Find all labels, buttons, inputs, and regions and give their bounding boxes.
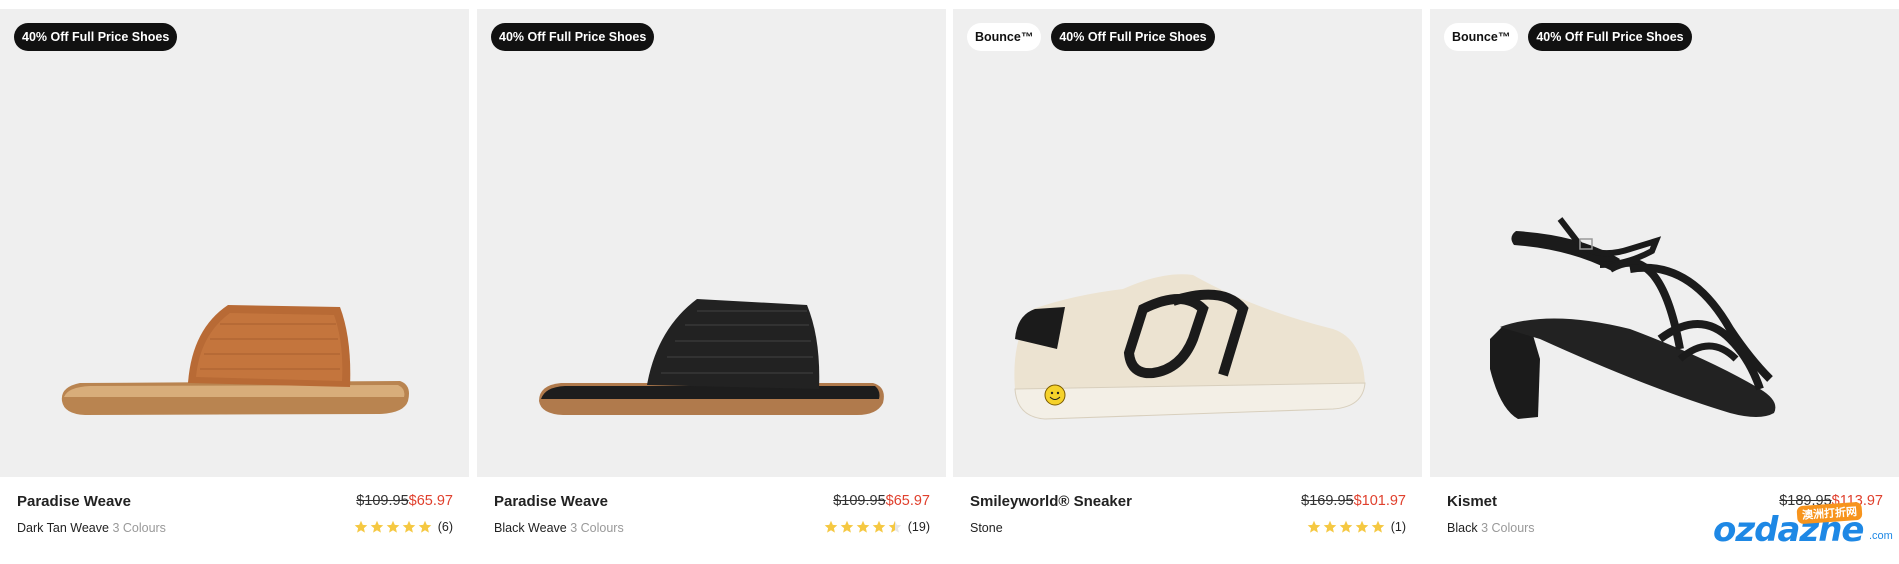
black-slide-sandal-image [539, 299, 884, 415]
tan-slide-sandal-image [61, 305, 410, 415]
watermark-logo: ozdazhe .com 澳洲打折网 [1713, 501, 1893, 558]
product-name[interactable]: Kismet [1447, 493, 1497, 510]
star-icon [386, 520, 400, 533]
product-info: Paradise Weave $109.95$65.97 Black Weave… [494, 493, 930, 553]
product-info: Paradise Weave $109.95$65.97 Dark Tan We… [17, 493, 453, 553]
star-icon [1323, 520, 1337, 533]
star-icon [1355, 520, 1369, 533]
product-image[interactable]: Bounce™ 40% Off Full Price Shoes [1430, 9, 1899, 477]
product-image[interactable]: 40% Off Full Price Shoes [0, 9, 469, 477]
product-name[interactable]: Paradise Weave [494, 493, 608, 510]
product-card[interactable]: 40% Off Full Price Shoes Paradise Weave … [477, 9, 946, 559]
star-rating: (19) [824, 520, 930, 534]
stone-sneaker-image [1014, 274, 1366, 420]
product-name[interactable]: Smileyworld® Sneaker [970, 493, 1132, 510]
star-icon [354, 520, 368, 533]
colour-name: Stone [970, 521, 1003, 535]
product-image[interactable]: Bounce™ 40% Off Full Price Shoes [953, 9, 1422, 477]
star-icon [402, 520, 416, 533]
product-card[interactable]: Bounce™ 40% Off Full Price Shoes Kismet … [1430, 9, 1899, 559]
colour-name: Black Weave [494, 521, 567, 535]
star-icon [856, 520, 870, 533]
product-price: $109.95$65.97 [356, 493, 453, 509]
star-icon [872, 520, 886, 533]
product-price: $169.95$101.97 [1301, 493, 1406, 509]
watermark-suffix: .com [1869, 530, 1893, 542]
star-icon [888, 520, 902, 533]
star-icon [1371, 520, 1385, 533]
star-icon [418, 520, 432, 533]
colour-name: Black [1447, 521, 1478, 535]
colour-label: Black Weave 3 Colours [494, 521, 624, 535]
rating-count: (19) [907, 520, 930, 534]
black-heel-sandal-image [1490, 217, 1776, 419]
star-icon [1307, 520, 1321, 533]
original-price: $109.95 [833, 493, 886, 509]
original-price: $169.95 [1301, 493, 1354, 509]
star-rating: (1) [1307, 520, 1406, 534]
star-icon [840, 520, 854, 533]
product-card[interactable]: 40% Off Full Price Shoes Paradise Weave … [0, 9, 469, 559]
colour-count[interactable]: 3 Colours [570, 521, 624, 535]
sale-price: $65.97 [885, 493, 930, 509]
star-icon [370, 520, 384, 533]
rating-count: (6) [437, 520, 453, 534]
product-image[interactable]: 40% Off Full Price Shoes [477, 9, 946, 477]
product-card[interactable]: Bounce™ 40% Off Full Price Shoes Smileyw… [953, 9, 1422, 559]
sale-price: $101.97 [1353, 493, 1406, 509]
colour-label: Dark Tan Weave 3 Colours [17, 521, 166, 535]
sale-price: $65.97 [408, 493, 453, 509]
colour-label: Stone [970, 521, 1003, 535]
product-info: Smileyworld® Sneaker $169.95$101.97 Ston… [970, 493, 1406, 553]
colour-count[interactable]: 3 Colours [112, 521, 166, 535]
product-grid: 40% Off Full Price Shoes Paradise Weave … [0, 0, 1899, 564]
star-rating: (6) [354, 520, 453, 534]
star-icon [1339, 520, 1353, 533]
product-price: $109.95$65.97 [833, 493, 930, 509]
star-icon [824, 520, 838, 533]
original-price: $109.95 [356, 493, 409, 509]
colour-count[interactable]: 3 Colours [1481, 521, 1535, 535]
colour-label: Black 3 Colours [1447, 521, 1535, 535]
product-name[interactable]: Paradise Weave [17, 493, 131, 510]
colour-name: Dark Tan Weave [17, 521, 109, 535]
rating-count: (1) [1390, 520, 1406, 534]
